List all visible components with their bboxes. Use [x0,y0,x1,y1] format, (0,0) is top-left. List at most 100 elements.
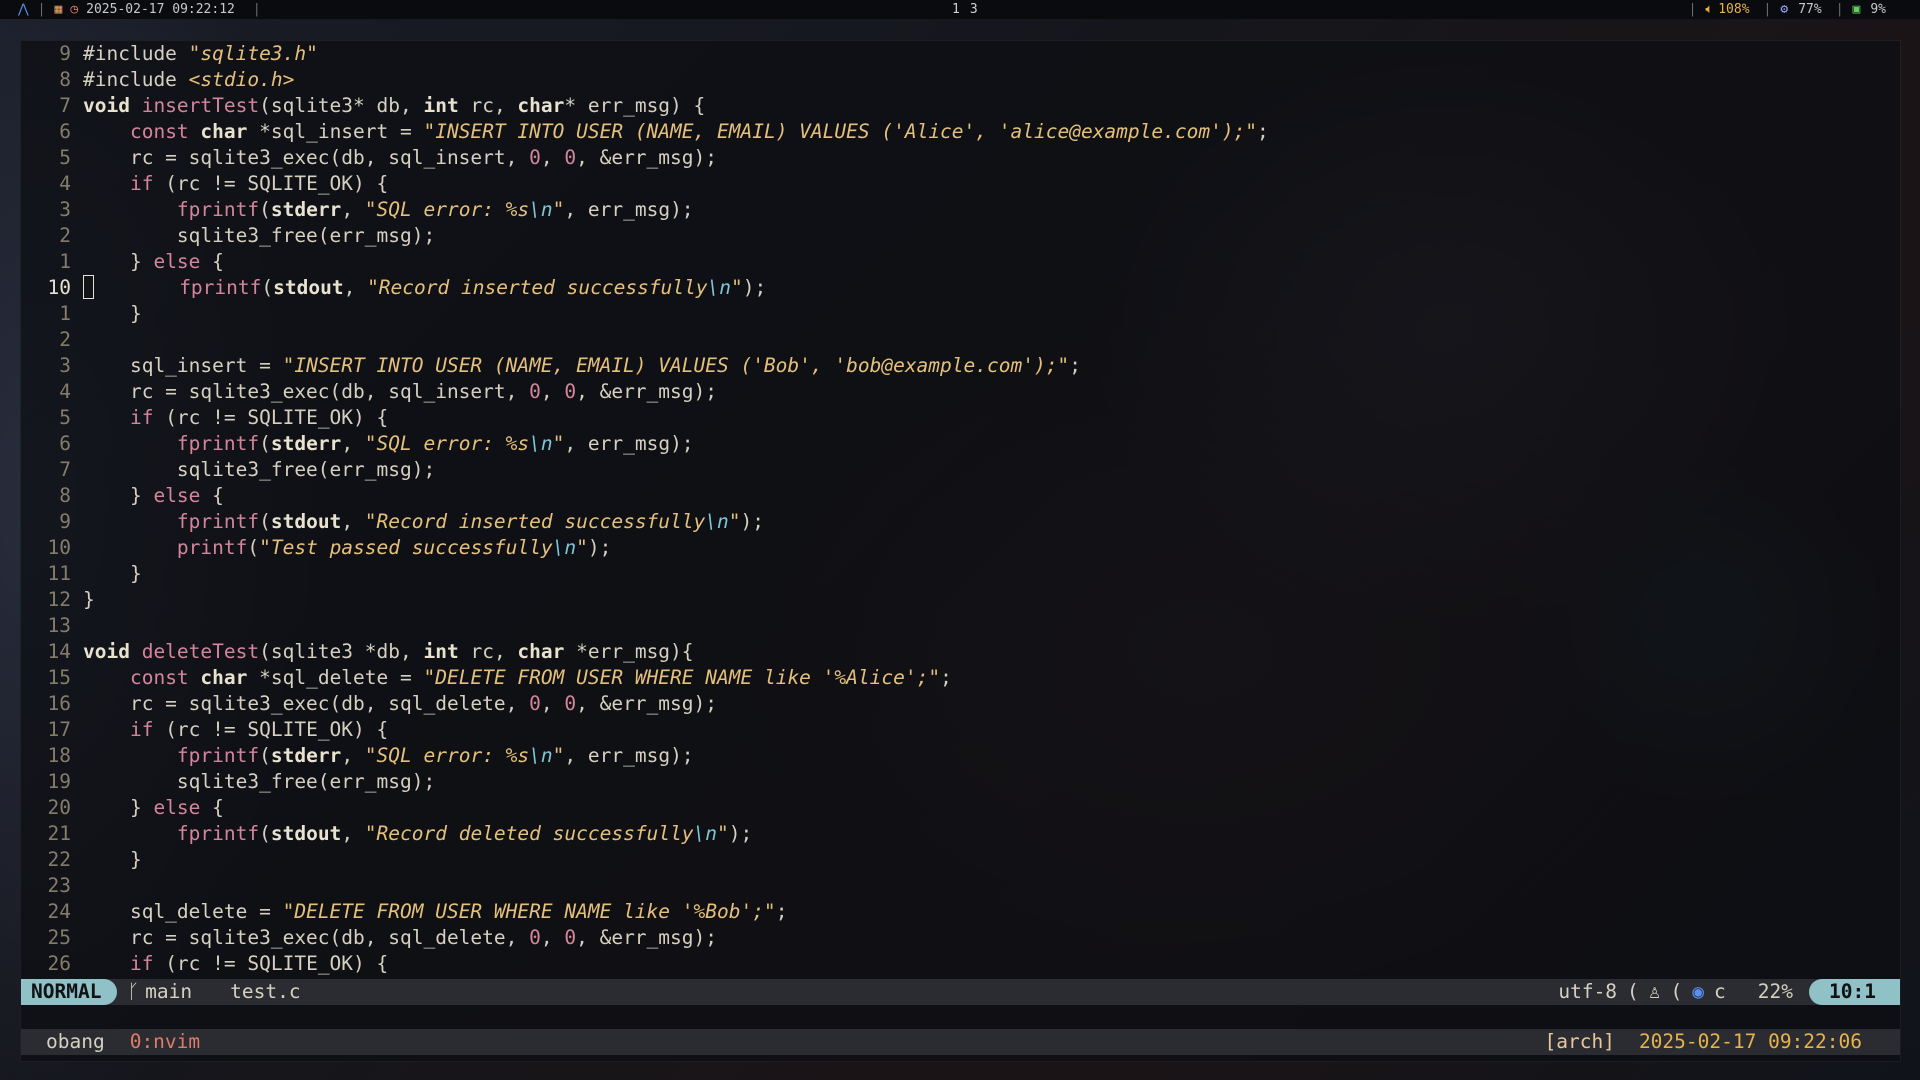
code-line[interactable]: 5 if (rc != SQLITE_OK) { [21,405,1900,431]
tmux-session[interactable]: obang [46,1029,105,1055]
code-text: sql_insert = "INSERT INTO USER (NAME, EM… [83,353,1900,379]
line-number: 16 [47,692,71,715]
code-line[interactable]: 15 const char *sql_delete = "DELETE FROM… [21,665,1900,691]
code-text: } [83,847,1900,873]
code-line[interactable]: 17 if (rc != SQLITE_OK) { [21,717,1900,743]
file-type: c [1714,980,1726,1003]
code-token: ( [259,198,271,221]
code-line[interactable]: 2 sqlite3_free(err_msg); [21,223,1900,249]
tmux-window[interactable]: 0:nvim [130,1029,200,1055]
code-token: "INSERT INTO USER (NAME, EMAIL) VALUES (… [282,354,1070,377]
code-line[interactable]: 13 [21,613,1900,639]
code-token: ( [259,822,271,845]
code-line[interactable]: 12} [21,587,1900,613]
code-line[interactable]: 10 fprintf(stdout, "Record inserted succ… [21,275,1900,301]
code-token: fprintf [176,198,260,221]
code-line[interactable]: 7 void insertTest(sqlite3* db, int rc, ch… [21,93,1900,119]
code-text: } else { [83,483,1900,509]
code-text: if (rc != SQLITE_OK) { [83,717,1900,743]
separator-icon: ( [1670,980,1683,1003]
code-line[interactable]: 3 sql_insert = "INSERT INTO USER (NAME, … [21,353,1900,379]
line-number: 6 [59,432,71,455]
code-line[interactable]: 22 } [21,847,1900,873]
code-line[interactable]: 21 fprintf(stdout, "Record deleted succe… [21,821,1900,847]
line-number: 12 [47,588,71,611]
workspace-1[interactable]: 1 [952,2,960,17]
tmux-status-bar: obang 0:nvim [arch] 2025-02-17 09:22:06 [21,1029,1900,1055]
code-token: } [83,302,142,325]
terminal-window[interactable]: 9 #include "sqlite3.h" 8 #include <stdio.h>… [20,40,1901,1062]
code-token: , &err_msg); [576,692,717,715]
workspace-3[interactable]: 3 [970,2,978,17]
code-token: stdout [270,510,342,533]
code-token: if [129,952,154,975]
code-token: "sqlite3.h" [188,42,318,65]
code-token: \n [705,510,729,533]
code-token: \n [693,822,718,845]
code-line[interactable]: 16 rc = sqlite3_exec(db, sql_delete, 0, … [21,691,1900,717]
code-token: " [728,510,741,533]
code-token: { [200,250,224,273]
code-token: 0 [564,146,577,169]
code-token: , [540,692,565,715]
code-line[interactable]: 2 [21,327,1900,353]
code-token: , [341,744,365,767]
code-line[interactable]: 11 } [21,561,1900,587]
code-line[interactable]: 25 rc = sqlite3_exec(db, sql_delete, 0, … [21,925,1900,951]
code-text: } [83,301,1900,327]
code-line[interactable]: 1 } else { [21,249,1900,275]
code-token: sqlite3_free(err_msg); [83,770,436,793]
code-line[interactable]: 1 } [21,301,1900,327]
code-line[interactable]: 26 if (rc != SQLITE_OK) { [21,951,1900,977]
code-line[interactable]: 4 rc = sqlite3_exec(db, sql_insert, 0, 0… [21,379,1900,405]
line-number: 11 [47,562,71,585]
bar-separator: | [1763,2,1772,17]
line-number: 8 [59,68,71,91]
arch-logo-icon[interactable]: ⋀ [18,2,29,17]
code-token: 0 [529,926,541,949]
line-number: 8 [59,484,71,507]
code-line[interactable]: 8 } else { [21,483,1900,509]
volume-icon[interactable]: 🔈︎ [1705,2,1713,17]
memory-icon: ▣ [1852,2,1861,17]
code-line[interactable]: 6 const char *sql_insert = "INSERT INTO … [21,119,1900,145]
code-token: else [153,484,201,507]
code-token: ); [740,510,764,533]
code-line[interactable]: 24 sql_delete = "DELETE FROM USER WHERE … [21,899,1900,925]
code-line[interactable]: 5 rc = sqlite3_exec(db, sql_insert, 0, 0… [21,145,1900,171]
code-line[interactable]: 19 sqlite3_free(err_msg); [21,769,1900,795]
code-line[interactable]: 20 } else { [21,795,1900,821]
code-line[interactable]: 7 sqlite3_free(err_msg); [21,457,1900,483]
code-line[interactable]: 18 fprintf(stderr, "SQL error: %s\n", er… [21,743,1900,769]
code-token: } [83,848,142,871]
code-token: stderr [270,432,342,455]
code-token: rc = sqlite3_exec(db, sql_insert, [83,146,530,169]
code-token: if [129,718,154,741]
code-token: ; [1257,120,1269,143]
code-line[interactable]: 8 #include <stdio.h> [21,67,1900,93]
code-token: , [341,198,365,221]
code-line[interactable]: 4 if (rc != SQLITE_OK) { [21,171,1900,197]
line-number: 3 [59,198,71,221]
code-line[interactable]: 9 #include "sqlite3.h" [21,41,1900,67]
code-editor[interactable]: 9 #include "sqlite3.h" 8 #include <stdio.h>… [21,41,1900,979]
code-token: *err_msg){ [564,640,694,663]
code-line[interactable]: 3 fprintf(stderr, "SQL error: %s\n", err… [21,197,1900,223]
code-text: sql_delete = "DELETE FROM USER WHERE NAM… [83,899,1900,925]
code-line[interactable]: 9 fprintf(stdout, "Record inserted succe… [21,509,1900,535]
line-number: 9 [59,42,71,65]
code-token: if [129,406,154,429]
code-token: " [552,744,565,767]
code-line[interactable]: 23 [21,873,1900,899]
code-token: "SQL error: %s [364,432,530,455]
code-line[interactable]: 10 printf("Test passed successfully\n"); [21,535,1900,561]
code-token: sqlite3_free(err_msg); [83,224,436,247]
code-line[interactable]: 14 void deleteTest(sqlite3 *db, int rc, c… [21,639,1900,665]
tmux-right: [arch] 2025-02-17 09:22:06 [1544,1029,1862,1055]
code-line[interactable]: 6 fprintf(stderr, "SQL error: %s\n", err… [21,431,1900,457]
code-token: fprintf [176,744,260,767]
